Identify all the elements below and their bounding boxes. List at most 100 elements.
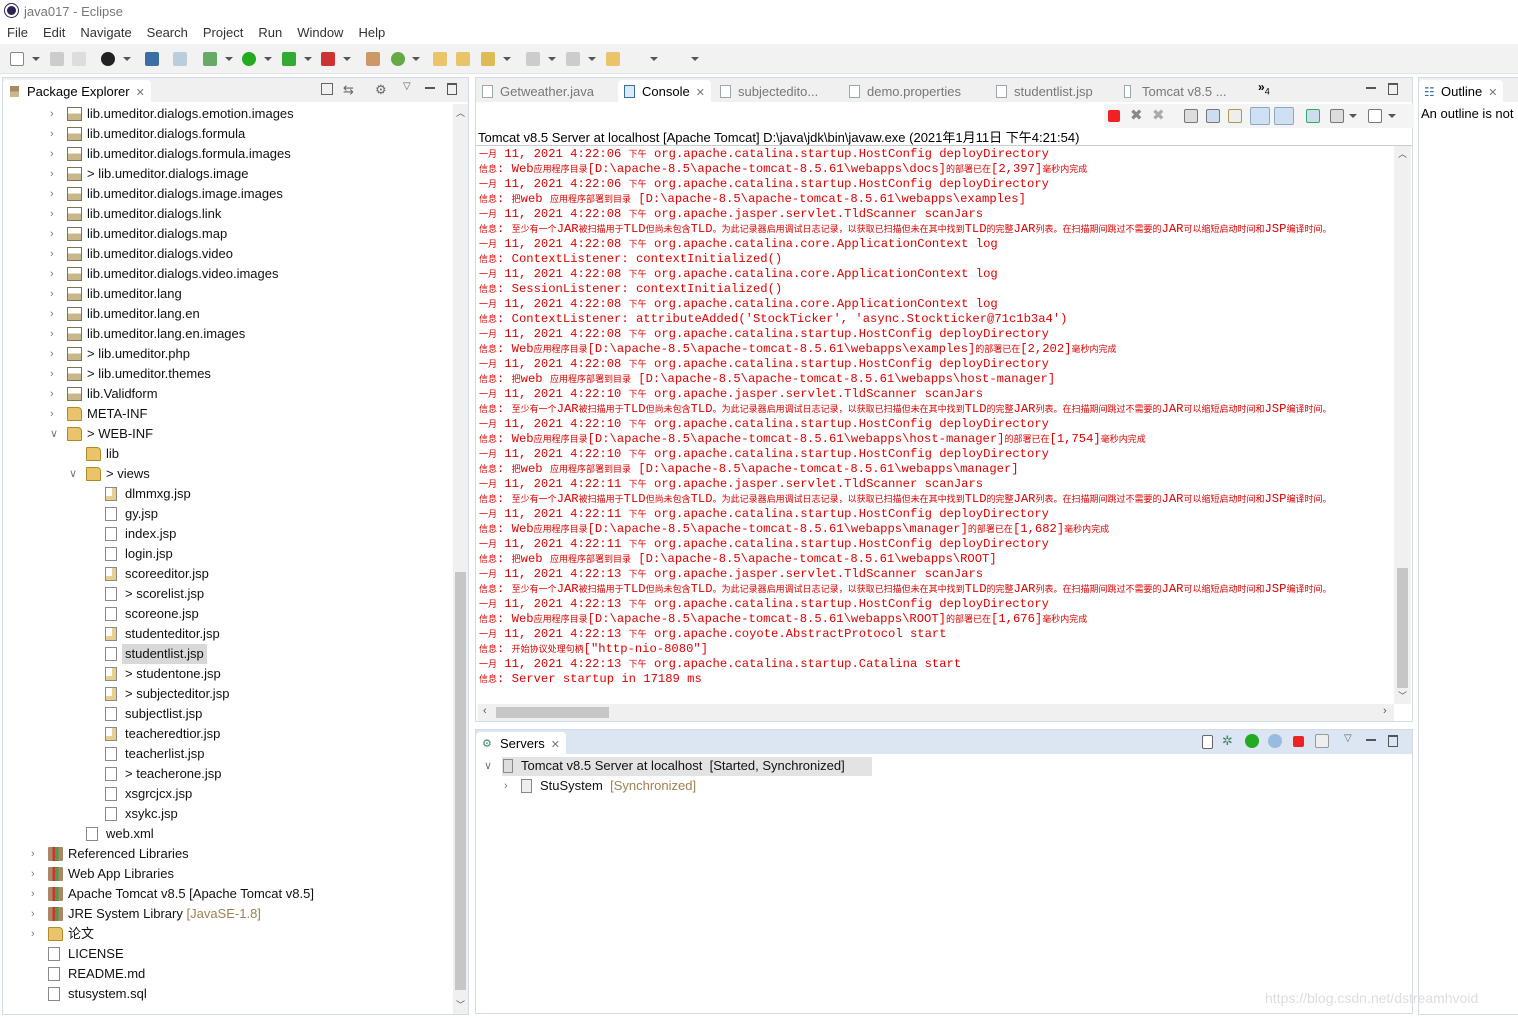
menu-file[interactable]: File (7, 25, 28, 40)
tree-item[interactable]: › > lib.umeditor.themes (3, 364, 453, 384)
tree-item[interactable]: dlmmxg.jsp (3, 484, 453, 504)
tree-item[interactable]: teacheredtior.jsp (3, 724, 453, 744)
tab-tomcat-server[interactable]: Tomcat v8.5 ... (1118, 80, 1233, 102)
tree-item[interactable]: subjectlist.jsp (3, 704, 453, 724)
expand-arrow-icon[interactable]: › (50, 204, 62, 224)
tree-item[interactable]: teacherlist.jsp (3, 744, 453, 764)
expand-arrow-icon[interactable]: › (50, 224, 62, 244)
collapse-all-icon[interactable] (321, 83, 333, 95)
tree-item[interactable]: web.xml (3, 824, 453, 844)
tree-scrollbar[interactable]: ︿ ﹀ (453, 104, 468, 1014)
tree-scrollbar-thumb[interactable] (455, 572, 466, 990)
maximize-icon[interactable] (1388, 735, 1398, 747)
tree-item[interactable]: › JRE System Library [JavaSE-1.8] (3, 904, 453, 924)
tree-item[interactable]: › lib.Validform (3, 384, 453, 404)
tab-studentlist-jsp[interactable]: studentlist.jsp (990, 80, 1099, 102)
tree-item[interactable]: › 论文 (3, 924, 453, 944)
collapse-arrow-icon[interactable]: ∨ (50, 424, 62, 444)
expand-arrow-icon[interactable]: › (50, 124, 62, 144)
save-all-icon[interactable] (72, 52, 86, 66)
tree-item[interactable]: ∨ > views (3, 464, 453, 484)
open-task-icon[interactable] (456, 52, 470, 66)
server-row[interactable]: ∨ Tomcat v8.5 Server at localhost [Start… (476, 756, 876, 776)
collapse-icon[interactable] (1202, 735, 1213, 749)
stop-server-icon[interactable] (1293, 736, 1304, 747)
last-edit-icon[interactable] (606, 52, 620, 66)
tree-item[interactable]: index.jsp (3, 524, 453, 544)
tree-item[interactable]: › lib.umeditor.dialogs.video (3, 244, 453, 264)
open-perspective-icon[interactable] (101, 52, 115, 66)
coverage-icon[interactable] (282, 52, 296, 66)
tree-item[interactable]: › META-INF (3, 404, 453, 424)
tree-item[interactable]: › lib.umeditor.dialogs.formula.images (3, 144, 453, 164)
tree-item[interactable]: lib (3, 444, 453, 464)
save-icon[interactable] (50, 52, 64, 66)
remove-launch-icon[interactable]: ✖ (1130, 106, 1143, 124)
tree-item[interactable]: › Apache Tomcat v8.5 [Apache Tomcat v8.5] (3, 884, 453, 904)
debug-server-icon[interactable]: ✲ (1222, 733, 1233, 749)
tree-item[interactable]: studenteditor.jsp (3, 624, 453, 644)
profile-server-icon[interactable] (1268, 734, 1282, 748)
maximize-icon[interactable] (447, 83, 457, 95)
tree-item[interactable]: › Web App Libraries (3, 864, 453, 884)
console-vertical-scrollbar[interactable]: ︿ ﹀ (1394, 146, 1411, 704)
menu-help[interactable]: Help (358, 25, 385, 40)
menu-edit[interactable]: Edit (43, 25, 65, 40)
tree-item[interactable]: › lib.umeditor.dialogs.video.images (3, 264, 453, 284)
skip-breakpoints-icon[interactable] (173, 52, 187, 66)
expand-arrow-icon[interactable]: › (50, 264, 62, 284)
tab-package-explorer[interactable]: Package Explorer ✕ (3, 80, 151, 102)
module-row[interactable]: › StuSystem [Synchronized] (476, 776, 876, 796)
console-output[interactable]: 一月 11, 2021 4:22:06 下午 org.apache.catali… (479, 147, 1393, 703)
expand-arrow-icon[interactable]: › (50, 404, 62, 424)
view-menu-icon[interactable]: ▽ (403, 81, 411, 92)
tree-item[interactable]: › lib.umeditor.dialogs.emotion.images (3, 104, 453, 124)
previous-annotation-icon[interactable] (566, 52, 580, 66)
expand-arrow-icon[interactable]: › (50, 344, 62, 364)
expand-arrow-icon[interactable]: ∨ (484, 756, 496, 776)
tree-item[interactable]: scoreone.jsp (3, 604, 453, 624)
minimize-icon[interactable] (1366, 739, 1376, 741)
new-class-icon[interactable] (391, 52, 405, 66)
debug-icon[interactable] (203, 52, 217, 66)
menu-navigate[interactable]: Navigate (80, 25, 131, 40)
start-server-icon[interactable] (1245, 734, 1259, 748)
tab-overflow-button[interactable]: »4 (1258, 80, 1270, 96)
close-icon[interactable]: ✕ (696, 87, 705, 99)
expand-arrow-icon[interactable]: › (31, 924, 43, 944)
tree-item[interactable]: login.jsp (3, 544, 453, 564)
expand-arrow-icon[interactable]: › (50, 104, 62, 124)
terminal-icon[interactable] (145, 52, 159, 66)
pin-console-icon[interactable] (1306, 109, 1320, 123)
tree-item[interactable]: › Referenced Libraries (3, 844, 453, 864)
run-icon[interactable] (242, 52, 256, 66)
expand-arrow-icon[interactable]: › (50, 144, 62, 164)
collapse-arrow-icon[interactable]: ∨ (69, 464, 81, 484)
maximize-icon[interactable] (1388, 83, 1398, 95)
close-icon[interactable]: ✕ (1488, 87, 1497, 99)
expand-arrow-icon[interactable]: › (50, 304, 62, 324)
tree-item[interactable]: > subjecteditor.jsp (3, 684, 453, 704)
expand-arrow-icon[interactable]: › (50, 324, 62, 344)
tab-subjecteditor[interactable]: subjectedito... (714, 80, 824, 102)
expand-arrow-icon[interactable]: › (50, 384, 62, 404)
tree-item[interactable]: LICENSE (3, 944, 453, 964)
tree-item[interactable]: studentlist.jsp (3, 644, 453, 664)
tree-item[interactable]: README.md (3, 964, 453, 984)
expand-arrow-icon[interactable]: › (504, 776, 516, 796)
new-icon[interactable] (10, 52, 24, 66)
expand-arrow-icon[interactable]: › (31, 904, 43, 924)
menu-search[interactable]: Search (147, 25, 188, 40)
tree-item[interactable]: xsgrcjcx.jsp (3, 784, 453, 804)
tree-item[interactable]: › lib.umeditor.lang (3, 284, 453, 304)
tab-console[interactable]: Console ✕ (618, 80, 711, 102)
tab-outline[interactable]: ☷ Outline ✕ (1419, 80, 1504, 102)
minimize-icon[interactable] (1366, 87, 1376, 89)
tree-item[interactable]: stusystem.sql (3, 984, 453, 1004)
expand-arrow-icon[interactable]: › (31, 864, 43, 884)
open-type-icon[interactable] (433, 52, 447, 66)
tree-item[interactable]: › lib.umeditor.lang.en (3, 304, 453, 324)
tree-item[interactable]: > scorelist.jsp (3, 584, 453, 604)
expand-arrow-icon[interactable]: › (31, 884, 43, 904)
console-vscroll-thumb[interactable] (1397, 568, 1408, 688)
